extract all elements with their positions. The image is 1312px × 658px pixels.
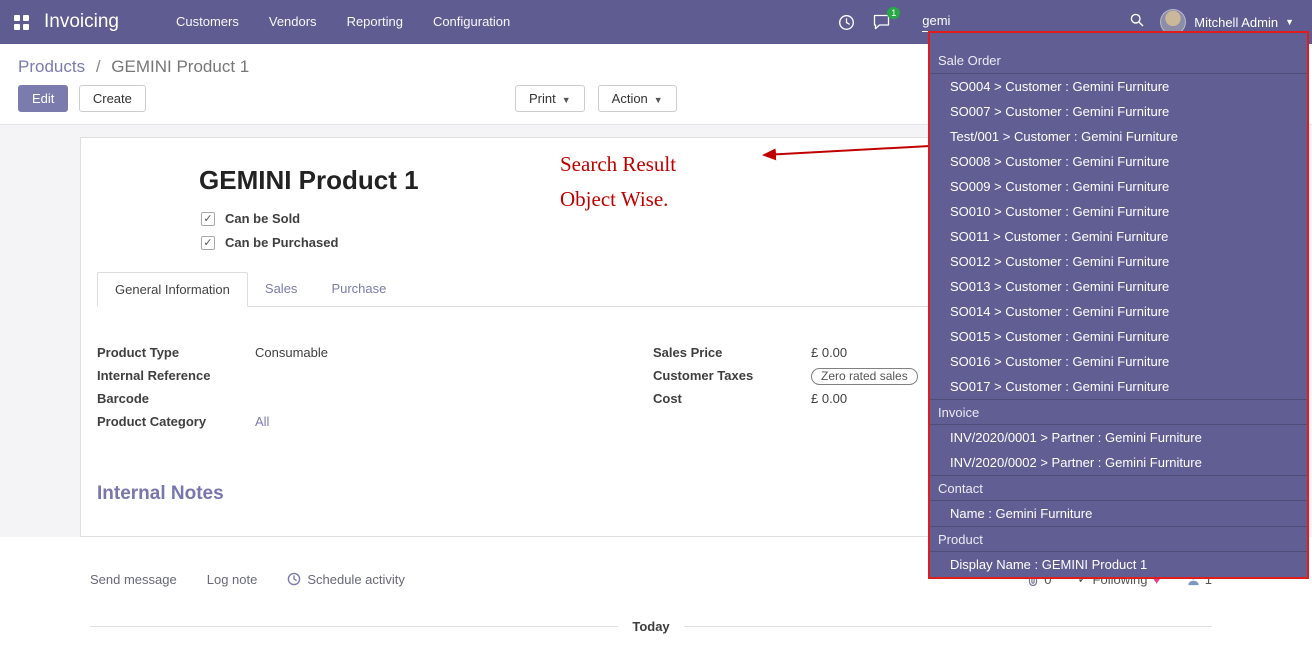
left-field-column: Product TypeConsumableInternal Reference… xyxy=(97,345,637,437)
breadcrumb-separator: / xyxy=(96,57,101,76)
field-value-cost: £ 0.00 xyxy=(811,391,847,406)
dropdown-item[interactable]: SO010 > Customer : Gemini Furniture xyxy=(930,199,1307,224)
annotation-line1: Search Result xyxy=(560,147,676,182)
dropdown-item[interactable]: INV/2020/0002 > Partner : Gemini Furnitu… xyxy=(930,450,1307,475)
search-results-dropdown: Sale OrderSO004 > Customer : Gemini Furn… xyxy=(928,31,1309,579)
search-icon[interactable] xyxy=(1130,13,1144,27)
user-name: Mitchell Admin xyxy=(1194,15,1278,30)
dropdown-item[interactable]: Display Name : GEMINI Product 1 xyxy=(930,552,1307,577)
nav-item-customers[interactable]: Customers xyxy=(161,0,254,44)
dropdown-item[interactable]: SO008 > Customer : Gemini Furniture xyxy=(930,149,1307,174)
dropdown-item[interactable]: SO011 > Customer : Gemini Furniture xyxy=(930,224,1307,249)
action-dropdown-button[interactable]: Action▼ xyxy=(598,85,677,112)
create-button[interactable]: Create xyxy=(79,85,146,112)
messages-badge: 1 xyxy=(887,7,900,19)
search-dropdown-list: Sale OrderSO004 > Customer : Gemini Furn… xyxy=(930,48,1307,577)
dropdown-item[interactable]: INV/2020/0001 > Partner : Gemini Furnitu… xyxy=(930,425,1307,450)
chevron-down-icon: ▼ xyxy=(562,95,571,105)
tab-general-information[interactable]: General Information xyxy=(97,272,248,307)
dropdown-item[interactable]: SO014 > Customer : Gemini Furniture xyxy=(930,299,1307,324)
dropdown-group-header-product: Product xyxy=(930,526,1307,552)
app-title[interactable]: Invoicing xyxy=(44,11,119,33)
field-value-product-category[interactable]: All xyxy=(255,414,269,429)
messages-icon[interactable]: 1 xyxy=(873,14,891,30)
tab-sales[interactable]: Sales xyxy=(248,272,315,307)
annotation-arrow xyxy=(750,135,935,170)
field-label: Internal Reference xyxy=(97,368,255,383)
field-value-customer-taxes: Zero rated sales xyxy=(811,368,918,385)
field-value-sales-price: £ 0.00 xyxy=(811,345,847,360)
field-product-category: Product CategoryAll xyxy=(97,414,637,431)
navbar-menu: CustomersVendorsReportingConfiguration xyxy=(161,0,525,44)
field-label: Product Type xyxy=(97,345,255,360)
log-note-button[interactable]: Log note xyxy=(207,572,258,587)
field-label: Cost xyxy=(653,391,811,406)
clock-icon xyxy=(287,572,301,586)
dropdown-item[interactable]: SO016 > Customer : Gemini Furniture xyxy=(930,349,1307,374)
date-divider-label: Today xyxy=(632,619,669,634)
date-divider: Today xyxy=(90,619,1212,634)
chevron-down-icon: ▼ xyxy=(654,95,663,105)
dropdown-group-header-sale-order: Sale Order xyxy=(930,48,1307,74)
dropdown-item[interactable]: SO007 > Customer : Gemini Furniture xyxy=(930,99,1307,124)
nav-item-vendors[interactable]: Vendors xyxy=(254,0,332,44)
field-internal-reference: Internal Reference xyxy=(97,368,637,385)
dropdown-group-header-invoice: Invoice xyxy=(930,399,1307,425)
nav-item-reporting[interactable]: Reporting xyxy=(332,0,418,44)
activities-clock-icon[interactable] xyxy=(838,14,855,31)
edit-button[interactable]: Edit xyxy=(18,85,68,112)
dropdown-item[interactable]: Test/001 > Customer : Gemini Furniture xyxy=(930,124,1307,149)
dropdown-item[interactable]: SO013 > Customer : Gemini Furniture xyxy=(930,274,1307,299)
nav-item-configuration[interactable]: Configuration xyxy=(418,0,525,44)
search-input[interactable] xyxy=(922,13,1130,28)
tab-purchase[interactable]: Purchase xyxy=(314,272,403,307)
dropdown-item[interactable]: SO017 > Customer : Gemini Furniture xyxy=(930,374,1307,399)
dropdown-item[interactable]: Name : Gemini Furniture xyxy=(930,501,1307,526)
field-label: Customer Taxes xyxy=(653,368,811,383)
checkbox-label: Can be Purchased xyxy=(225,235,338,250)
field-value-product-type: Consumable xyxy=(255,345,328,360)
apps-grid-icon[interactable] xyxy=(14,15,29,30)
checkbox-can-be-sold[interactable] xyxy=(201,212,215,226)
annotation-text: Search Result Object Wise. xyxy=(560,147,676,217)
checkbox-can-be-purchased[interactable] xyxy=(201,236,215,250)
chevron-down-icon: ▼ xyxy=(1285,17,1294,27)
field-barcode: Barcode xyxy=(97,391,637,408)
field-label: Sales Price xyxy=(653,345,811,360)
breadcrumb-current: GEMINI Product 1 xyxy=(111,57,249,76)
dropdown-item[interactable]: SO009 > Customer : Gemini Furniture xyxy=(930,174,1307,199)
action-buttons: Print▼ Action▼ xyxy=(515,85,677,112)
global-search xyxy=(922,13,1144,32)
send-message-button[interactable]: Send message xyxy=(90,572,177,587)
dropdown-item[interactable]: SO012 > Customer : Gemini Furniture xyxy=(930,249,1307,274)
annotation-line2: Object Wise. xyxy=(560,182,676,217)
breadcrumb-products-link[interactable]: Products xyxy=(18,57,85,76)
dropdown-group-header-contact: Contact xyxy=(930,475,1307,501)
schedule-activity-button[interactable]: Schedule activity xyxy=(287,572,405,587)
field-label: Product Category xyxy=(97,414,255,429)
checkbox-label: Can be Sold xyxy=(225,211,300,226)
field-product-type: Product TypeConsumable xyxy=(97,345,637,362)
print-dropdown-button[interactable]: Print▼ xyxy=(515,85,585,112)
field-label: Barcode xyxy=(97,391,255,406)
dropdown-item[interactable]: SO015 > Customer : Gemini Furniture xyxy=(930,324,1307,349)
dropdown-item[interactable]: SO004 > Customer : Gemini Furniture xyxy=(930,74,1307,99)
